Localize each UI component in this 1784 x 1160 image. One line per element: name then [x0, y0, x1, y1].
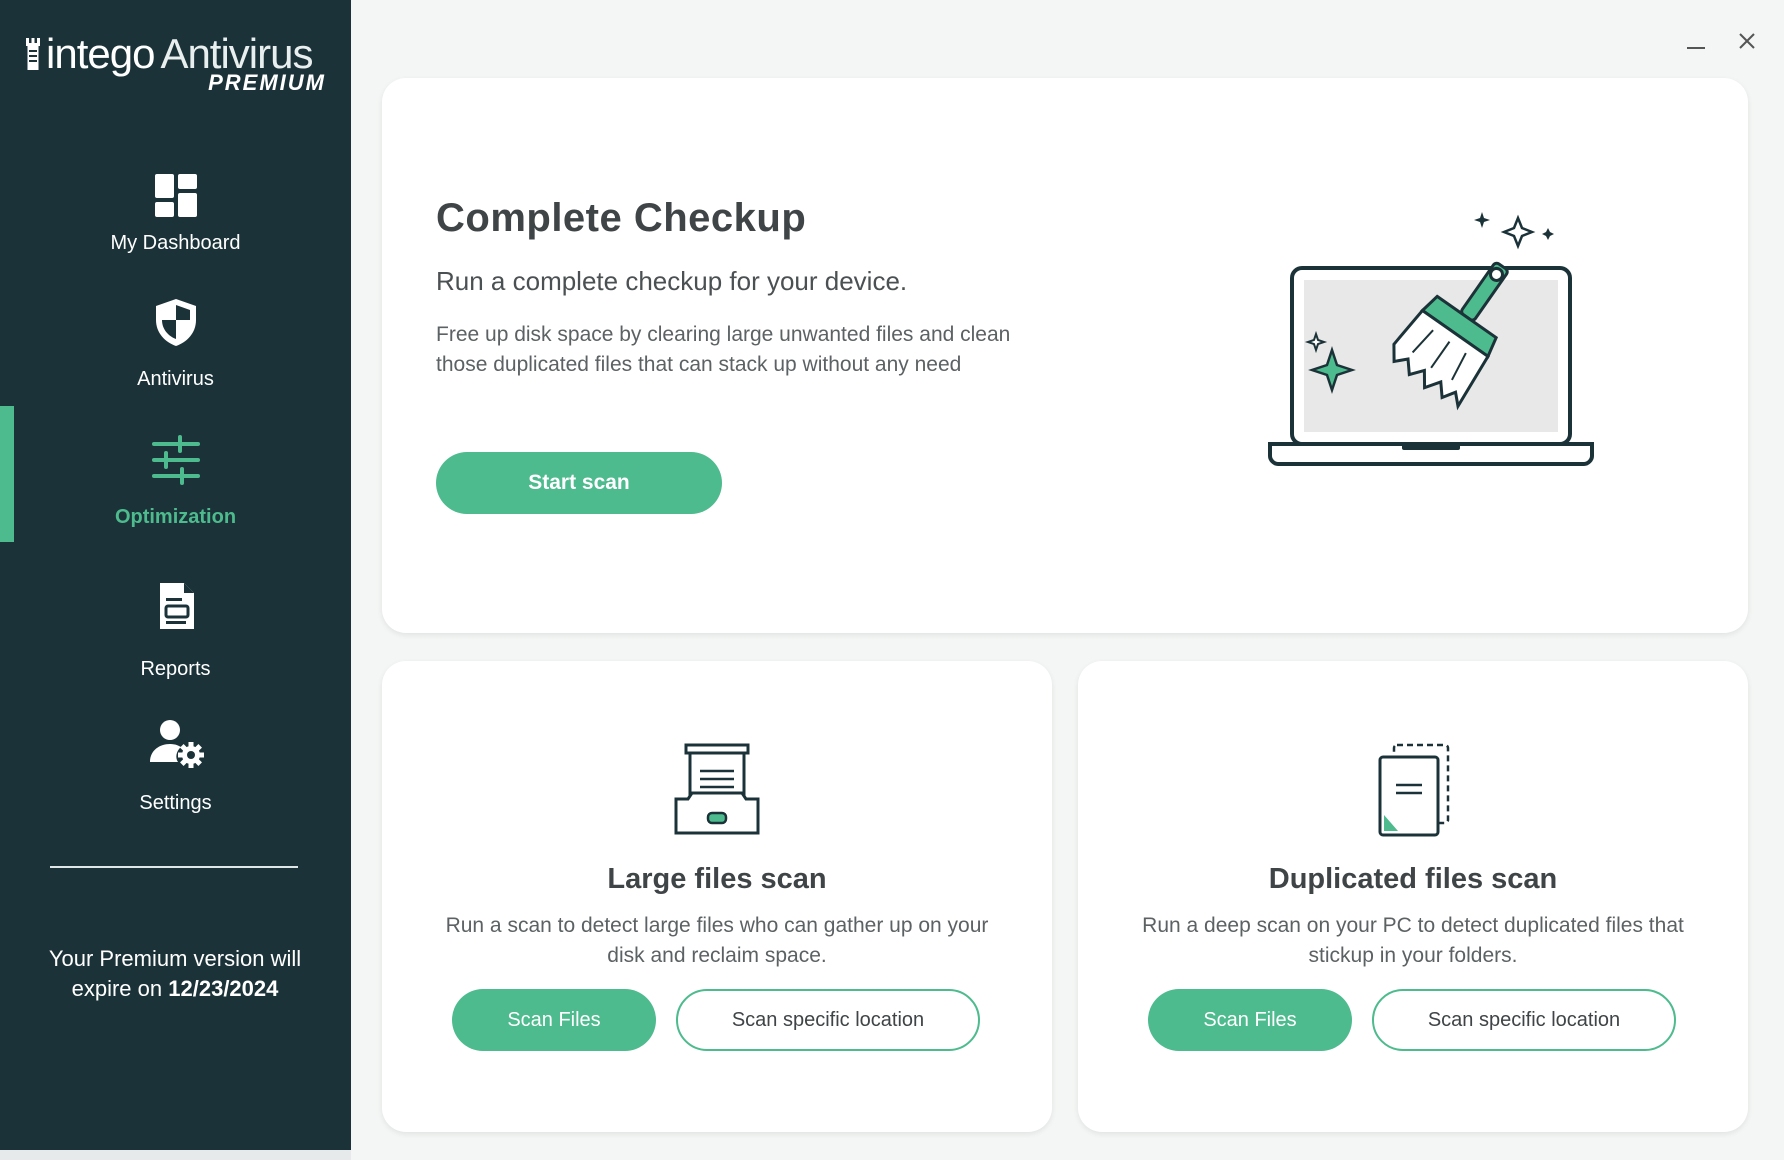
sidebar-item-label: Antivirus	[137, 368, 214, 390]
sidebar-divider	[50, 866, 298, 868]
sidebar: intego Antivirus PREMIUM My Dashboard Ant…	[0, 0, 351, 1160]
edition-label: PREMIUM	[208, 70, 326, 95]
sidebar-item-label: My Dashboard	[110, 232, 241, 254]
sidebar-item-antivirus[interactable]: Antivirus	[0, 296, 351, 426]
duplicated-files-title: Duplicated files scan	[1268, 863, 1558, 895]
file-tray-icon	[674, 743, 760, 835]
duplicated-files-scan-location-button[interactable]: Scan specific location	[1372, 989, 1676, 1051]
duplicated-files-description: Run a deep scan on your PC to detect dup…	[1142, 914, 1684, 967]
sidebar-item-optimization[interactable]: Optimization	[0, 432, 351, 562]
dashboard-icon	[155, 174, 197, 217]
duplicate-document-icon	[1378, 743, 1450, 837]
duplicated-files-scan-card: Duplicated files scan Run a deep scan on…	[1078, 661, 1748, 1132]
user-gear-icon	[150, 720, 204, 768]
close-icon[interactable]	[1730, 26, 1764, 60]
brand-word-intego: intego	[46, 30, 155, 77]
sidebar-item-label: Optimization	[114, 506, 237, 528]
large-files-scan-button[interactable]: Scan Files	[452, 989, 656, 1051]
sidebar-item-reports[interactable]: Reports	[0, 578, 351, 708]
report-icon	[160, 583, 194, 629]
complete-checkup-card: Complete Checkup Run a complete checkup …	[382, 78, 1748, 633]
sidebar-item-label: Reports	[140, 658, 211, 680]
expiry-date: 12/23/2024	[168, 976, 279, 1001]
checkup-description: Free up disk space by clearing large unw…	[436, 323, 1011, 376]
app-window: intego Antivirus PREMIUM My Dashboard Ant…	[0, 0, 1784, 1160]
laptop-broom-illustration	[1268, 212, 1594, 466]
minimize-icon[interactable]	[1678, 26, 1712, 60]
large-files-description: Run a scan to detect large files who can…	[445, 914, 989, 967]
sidebar-item-dashboard[interactable]: My Dashboard	[0, 170, 351, 300]
subscription-expiry: Your Premium version will expire on 12/2…	[20, 944, 330, 1004]
sidebar-item-label: Settings	[139, 792, 212, 814]
sliders-icon	[152, 435, 200, 485]
checkup-subtitle: Run a complete checkup for your device.	[436, 266, 908, 296]
tower-logo-icon	[26, 38, 40, 70]
large-files-title: Large files scan	[607, 863, 827, 895]
start-scan-button[interactable]: Start scan	[436, 452, 722, 514]
taskbar-peek	[0, 1150, 351, 1160]
shield-icon	[156, 299, 196, 346]
sidebar-item-settings[interactable]: Settings	[0, 718, 351, 848]
duplicated-files-scan-button[interactable]: Scan Files	[1148, 989, 1352, 1051]
app-logo: intego Antivirus PREMIUM	[26, 30, 326, 100]
large-files-scan-location-button[interactable]: Scan specific location	[676, 989, 980, 1051]
checkup-title: Complete Checkup	[436, 196, 807, 240]
large-files-scan-card: Large files scan Run a scan to detect la…	[382, 661, 1052, 1132]
